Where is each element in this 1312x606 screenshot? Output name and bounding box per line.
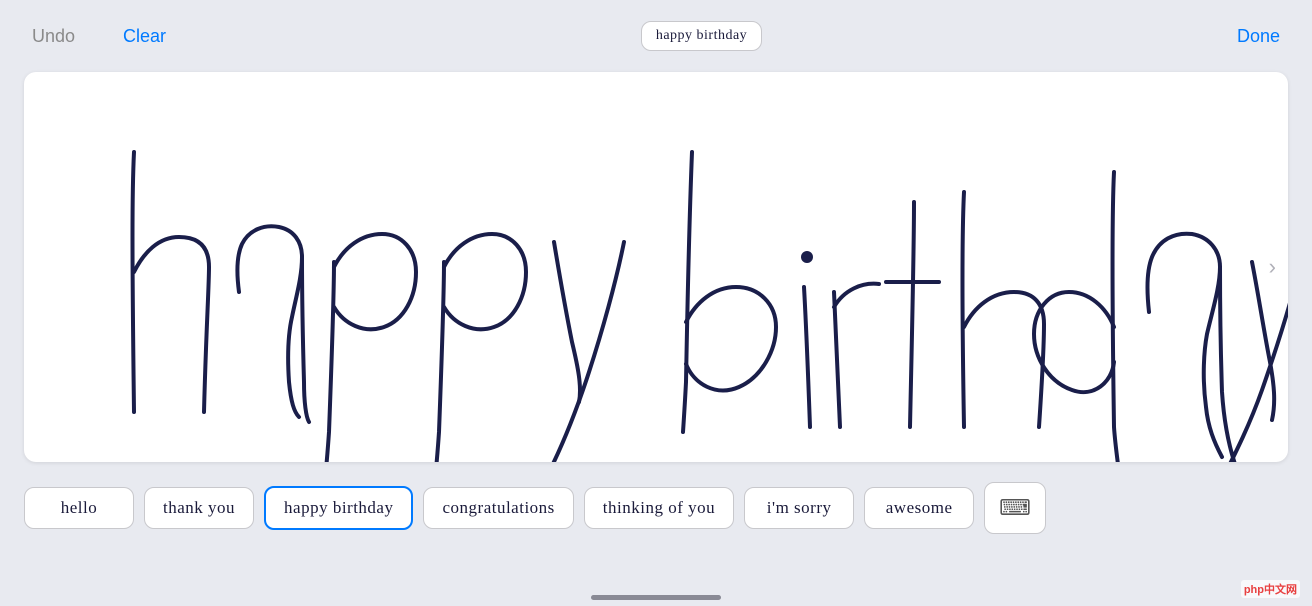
drawing-canvas[interactable]: › (24, 72, 1288, 462)
watermark: php中文网 (1241, 580, 1300, 598)
toolbar: Undo Clear happy birthday Done (0, 0, 1312, 72)
undo-button[interactable]: Undo (24, 22, 83, 51)
suggestion-congratulations[interactable]: congratulations (423, 487, 573, 529)
suggestion-thinking-of-you[interactable]: thinking of you (584, 487, 734, 529)
suggestion-awesome[interactable]: awesome (864, 487, 974, 529)
keyboard-icon: ⌨ (999, 495, 1031, 521)
toolbar-left: Undo Clear (24, 22, 174, 51)
suggestion-im-sorry[interactable]: i'm sorry (744, 487, 854, 529)
preview-text: happy birthday (641, 21, 762, 51)
clear-button[interactable]: Clear (115, 22, 174, 51)
suggestion-thank-you[interactable]: thank you (144, 487, 254, 529)
home-indicator (591, 595, 721, 600)
suggestion-happy-birthday[interactable]: happy birthday (264, 486, 413, 530)
suggestion-strip: hellothank youhappy birthdaycongratulati… (0, 462, 1312, 542)
done-button[interactable]: Done (1229, 22, 1288, 51)
suggestion-hello[interactable]: hello (24, 487, 134, 529)
keyboard-button[interactable]: ⌨ (984, 482, 1046, 534)
